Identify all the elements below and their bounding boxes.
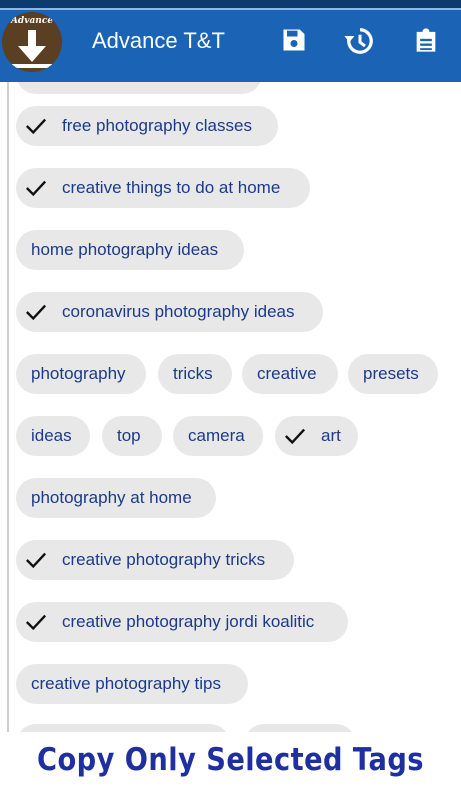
- tag-label: photography: [31, 364, 126, 383]
- tag-label: free photography classes: [62, 116, 252, 135]
- tag-chip[interactable]: creative photography jordi koalitic: [16, 602, 348, 642]
- app-logo: Advance: [2, 12, 62, 72]
- checkmark-icon: [25, 552, 47, 569]
- tag-label: creative photography jordi koalitic: [62, 612, 315, 631]
- tag-chip[interactable]: coronavirus photography ideas: [16, 292, 323, 332]
- tag-chip-partial[interactable]: [16, 82, 262, 94]
- tag-label: photography at home: [31, 488, 192, 507]
- tag-chip[interactable]: ideas: [16, 416, 90, 456]
- tag-label: creative photography tips: [31, 674, 221, 693]
- tag-chip[interactable]: creative things to do at home: [16, 168, 310, 208]
- tag-chip[interactable]: art: [275, 416, 358, 456]
- tag-label: tricks: [173, 364, 213, 383]
- tag-chip[interactable]: creative photography tricks: [16, 540, 294, 580]
- tag-label: presets: [363, 364, 419, 383]
- app-bar: Advance Advance T&T: [0, 0, 461, 82]
- tag-label: home photography ideas: [31, 240, 219, 259]
- copy-selected-button[interactable]: Copy Only Selected Tags: [0, 732, 461, 800]
- tag-list[interactable]: free photography classes creative things …: [0, 82, 461, 732]
- download-arrow-icon: [12, 30, 52, 68]
- tag-chip[interactable]: tricks: [158, 354, 232, 394]
- tag-label: coronavirus photography ideas: [62, 302, 295, 321]
- app-title: Advance T&T: [92, 28, 225, 53]
- checkmark-icon: [284, 428, 306, 445]
- status-stripe-highlight: [0, 8, 461, 10]
- tag-label: creative: [257, 364, 317, 383]
- checkmark-icon: [25, 118, 47, 135]
- tag-label: creative things to do at home: [62, 178, 281, 197]
- tag-label: ideas: [31, 426, 72, 445]
- tag-chip[interactable]: camera: [173, 416, 263, 456]
- tag-chip[interactable]: presets: [348, 354, 438, 394]
- tag-chip-partial[interactable]: [16, 724, 230, 732]
- tag-chip[interactable]: creative: [242, 354, 338, 394]
- history-icon[interactable]: [342, 26, 378, 54]
- checkmark-icon: [25, 614, 47, 631]
- save-icon[interactable]: [280, 26, 308, 54]
- tag-chip[interactable]: free photography classes: [16, 106, 278, 146]
- tag-label: top: [117, 426, 141, 445]
- checkmark-icon: [25, 180, 47, 197]
- tag-label: art: [321, 426, 341, 445]
- tag-chip-partial[interactable]: [244, 724, 356, 732]
- tag-chip[interactable]: photography: [16, 354, 146, 394]
- tag-label: creative photography tricks: [62, 550, 266, 569]
- copy-selected-label: Copy Only Selected Tags: [37, 742, 424, 778]
- tag-chip[interactable]: photography at home: [16, 478, 216, 518]
- tag-label: camera: [188, 426, 245, 445]
- status-stripe: [0, 0, 461, 8]
- clipboard-icon[interactable]: [412, 26, 440, 54]
- tag-chip[interactable]: home photography ideas: [16, 230, 244, 270]
- tag-chip[interactable]: creative photography tips: [16, 664, 248, 704]
- scroll-edge: [7, 82, 9, 732]
- checkmark-icon: [25, 304, 47, 321]
- tag-chip[interactable]: top: [102, 416, 162, 456]
